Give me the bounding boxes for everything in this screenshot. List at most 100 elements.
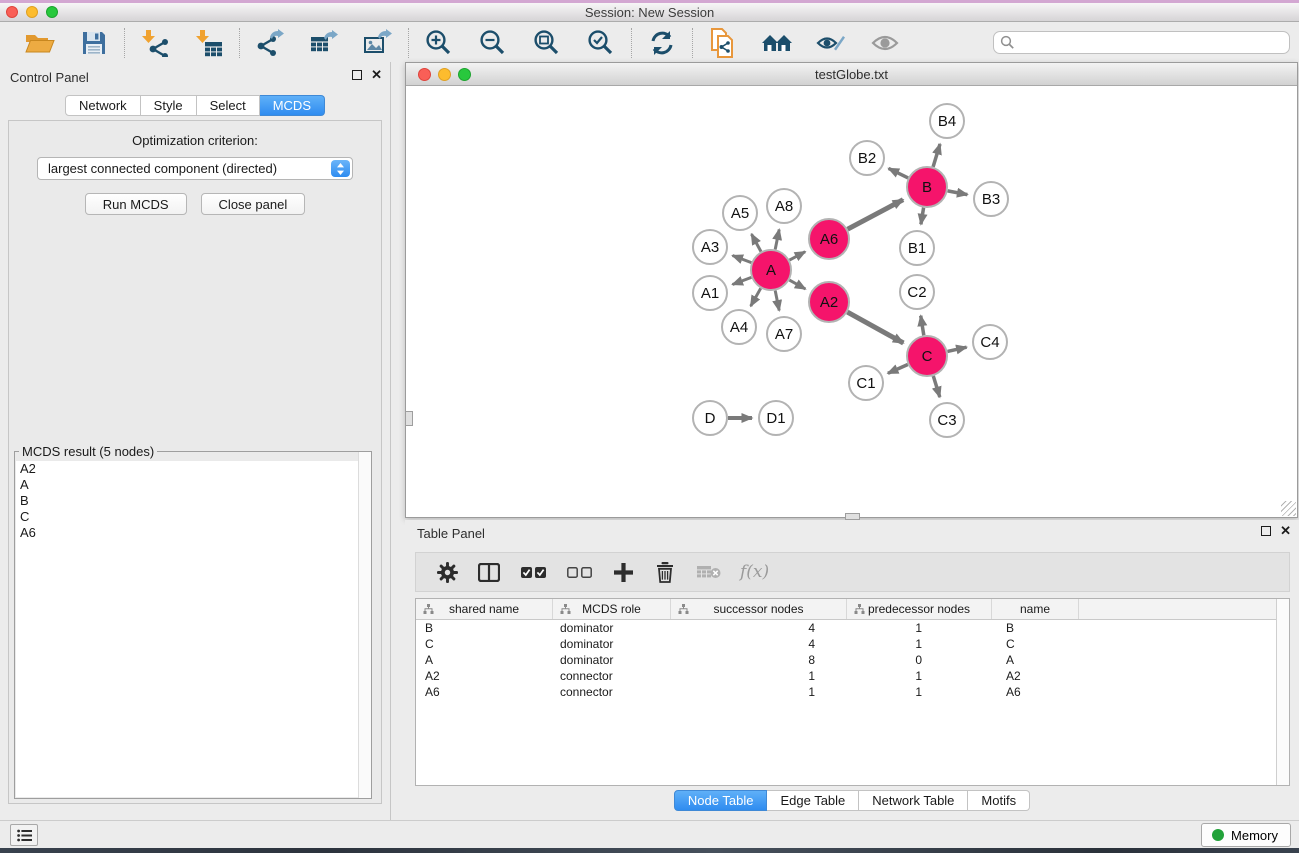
- close-panel-button[interactable]: Close panel: [201, 193, 306, 215]
- graph-edge-A-A6[interactable]: [790, 252, 806, 260]
- zoom-selected-icon[interactable]: [584, 26, 618, 60]
- close-window-button[interactable]: [6, 6, 18, 18]
- mcds-result-item[interactable]: A2: [16, 461, 370, 477]
- table-row[interactable]: B dominator 4 1 B: [416, 620, 1289, 636]
- table-column-header[interactable]: shared name: [416, 599, 553, 619]
- search-field[interactable]: [993, 31, 1290, 54]
- cell-predecessor-nodes[interactable]: 1: [847, 669, 992, 683]
- zoom-fit-icon[interactable]: [530, 26, 564, 60]
- cell-predecessor-nodes[interactable]: 0: [847, 653, 992, 667]
- float-panel-icon[interactable]: [352, 70, 362, 80]
- network-canvas[interactable]: B4B2BB3A8A5A6A3B1AC2A1A2A4A7C4CC1DD1C3: [406, 86, 1297, 517]
- import-table-icon[interactable]: [192, 26, 226, 60]
- cell-shared-name[interactable]: C: [416, 637, 553, 651]
- table-column-header[interactable]: successor nodes: [671, 599, 847, 619]
- graph-edge-B-B4[interactable]: [933, 144, 940, 167]
- cell-successor-nodes[interactable]: 4: [671, 621, 847, 635]
- panel-list-button[interactable]: [10, 824, 38, 846]
- cell-successor-nodes[interactable]: 1: [671, 669, 847, 683]
- zoom-out-icon[interactable]: [476, 26, 510, 60]
- refresh-layout-icon[interactable]: [645, 26, 679, 60]
- close-network-button[interactable]: [418, 68, 431, 81]
- toggle-columns-icon[interactable]: [476, 559, 502, 585]
- cell-successor-nodes[interactable]: 1: [671, 685, 847, 699]
- network-graph[interactable]: B4B2BB3A8A5A6A3B1AC2A1A2A4A7C4CC1DD1C3: [406, 86, 1297, 517]
- network-window-titlebar[interactable]: testGlobe.txt: [406, 63, 1297, 86]
- settings-gear-icon[interactable]: [434, 559, 460, 585]
- graph-edge-C-C3[interactable]: [933, 376, 940, 397]
- run-mcds-button[interactable]: Run MCDS: [85, 193, 187, 215]
- table-column-header[interactable]: name: [992, 599, 1079, 619]
- delete-table-icon[interactable]: [694, 559, 724, 585]
- export-network-icon[interactable]: [253, 26, 287, 60]
- hide-details-eye-icon[interactable]: [814, 26, 848, 60]
- cell-name[interactable]: A2: [992, 669, 1079, 683]
- save-icon[interactable]: [77, 26, 111, 60]
- horizontal-splitter-handle[interactable]: [845, 513, 860, 520]
- cell-successor-nodes[interactable]: 8: [671, 653, 847, 667]
- cell-shared-name[interactable]: A2: [416, 669, 553, 683]
- minimize-network-button[interactable]: [438, 68, 451, 81]
- table-tab[interactable]: Motifs: [968, 790, 1030, 811]
- control-panel-tab[interactable]: Select: [197, 95, 260, 116]
- zoom-in-icon[interactable]: [422, 26, 456, 60]
- cell-mcds-role[interactable]: dominator: [553, 653, 671, 667]
- control-panel-tab[interactable]: Network: [65, 95, 141, 116]
- mcds-result-item[interactable]: B: [16, 493, 370, 509]
- graph-edge-C-C2[interactable]: [921, 316, 924, 336]
- cell-mcds-role[interactable]: dominator: [553, 637, 671, 651]
- result-list-scrollbar[interactable]: [358, 452, 371, 798]
- graph-edge-A2-C[interactable]: [847, 312, 903, 343]
- add-column-icon[interactable]: [610, 559, 636, 585]
- cell-mcds-role[interactable]: connector: [553, 669, 671, 683]
- resize-grip-icon[interactable]: [1281, 501, 1296, 516]
- graph-edge-A-A7[interactable]: [775, 291, 779, 311]
- select-all-checkboxes-icon[interactable]: [518, 559, 548, 585]
- table-tab[interactable]: Edge Table: [767, 790, 859, 811]
- graph-edge-C-C1[interactable]: [888, 365, 908, 374]
- table-column-header[interactable]: MCDS role: [553, 599, 671, 619]
- cell-successor-nodes[interactable]: 4: [671, 637, 847, 651]
- zoom-network-button[interactable]: [458, 68, 471, 81]
- minimize-window-button[interactable]: [26, 6, 38, 18]
- table-row[interactable]: A dominator 8 0 A: [416, 652, 1289, 668]
- graph-edge-A6-B[interactable]: [848, 200, 904, 230]
- cell-mcds-role[interactable]: connector: [553, 685, 671, 699]
- splitter-handle[interactable]: [405, 411, 413, 426]
- criterion-select[interactable]: largest connected component (directed): [37, 157, 353, 180]
- cell-predecessor-nodes[interactable]: 1: [847, 637, 992, 651]
- table-row[interactable]: A2 connector 1 1 A2: [416, 668, 1289, 684]
- cell-name[interactable]: C: [992, 637, 1079, 651]
- table-row[interactable]: A6 connector 1 1 A6: [416, 684, 1289, 700]
- cell-predecessor-nodes[interactable]: 1: [847, 685, 992, 699]
- export-image-icon[interactable]: [361, 26, 395, 60]
- open-folder-icon[interactable]: [23, 26, 57, 60]
- deselect-all-checkboxes-icon[interactable]: [564, 559, 594, 585]
- cell-shared-name[interactable]: A6: [416, 685, 553, 699]
- graph-edge-A-A4[interactable]: [751, 288, 761, 306]
- table-row[interactable]: C dominator 4 1 C: [416, 636, 1289, 652]
- table-tab[interactable]: Network Table: [859, 790, 968, 811]
- cell-mcds-role[interactable]: dominator: [553, 621, 671, 635]
- table-scrollbar[interactable]: [1276, 599, 1289, 785]
- duplicate-network-icon[interactable]: [706, 26, 740, 60]
- cell-name[interactable]: A: [992, 653, 1079, 667]
- mcds-result-item[interactable]: C: [16, 509, 370, 525]
- control-panel-tab[interactable]: Style: [141, 95, 197, 116]
- cell-predecessor-nodes[interactable]: 1: [847, 621, 992, 635]
- graph-edge-B-B3[interactable]: [948, 191, 968, 195]
- graph-edge-B-B1[interactable]: [921, 208, 924, 225]
- graph-edge-A-A1[interactable]: [733, 277, 752, 284]
- import-network-icon[interactable]: [138, 26, 172, 60]
- mcds-result-item[interactable]: A: [16, 477, 370, 493]
- cell-shared-name[interactable]: A: [416, 653, 553, 667]
- function-builder-icon[interactable]: f(x): [740, 562, 769, 582]
- graph-edge-A-A3[interactable]: [733, 256, 752, 263]
- memory-button[interactable]: Memory: [1201, 823, 1291, 847]
- mcds-result-item[interactable]: A6: [16, 525, 370, 541]
- zoom-window-button[interactable]: [46, 6, 58, 18]
- graph-edge-C-C4[interactable]: [948, 347, 967, 351]
- home-networks-icon[interactable]: [760, 26, 794, 60]
- float-panel-icon[interactable]: [1261, 526, 1271, 536]
- control-panel-tab[interactable]: MCDS: [260, 95, 325, 116]
